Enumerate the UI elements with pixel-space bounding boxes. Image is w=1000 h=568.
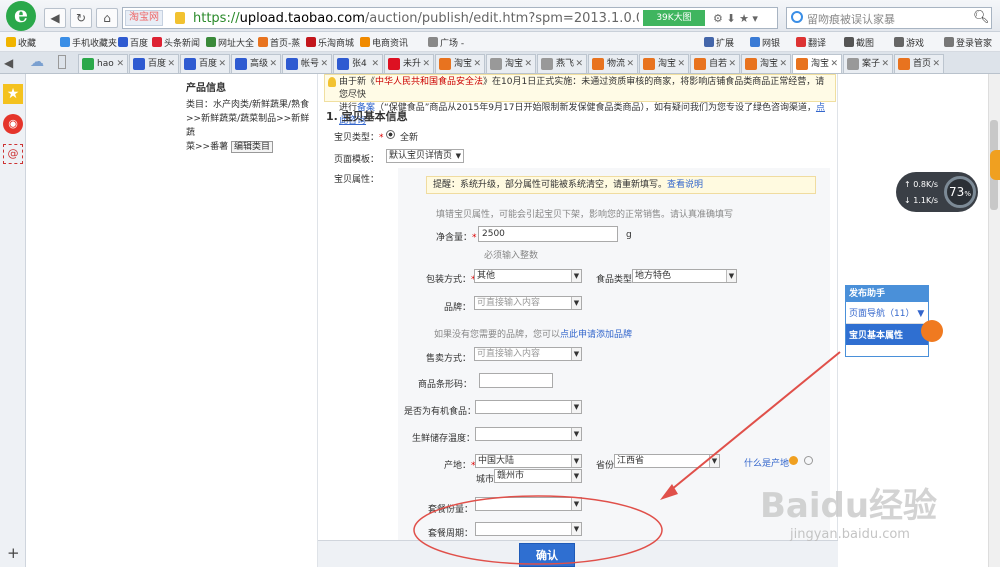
- watermark-url: jingyan.baidu.com: [790, 527, 910, 542]
- watermark-brand: Baidu经验: [760, 486, 938, 526]
- helper-nav[interactable]: 页面导航（11） ▼: [846, 302, 928, 324]
- publish-helper: 发布助手 页面导航（11） ▼ 宝贝基本属性: [845, 285, 929, 357]
- upload-speed: ↑ 0.8K/s: [904, 180, 939, 189]
- helper-title: 发布助手: [846, 286, 928, 302]
- orange-side-tab[interactable]: [990, 150, 1000, 180]
- network-speed-widget[interactable]: ↑ 0.8K/s ↓ 1.1K/s 73%: [896, 172, 978, 212]
- highlight-ellipse: [413, 495, 663, 565]
- mascot-icon[interactable]: [921, 320, 943, 342]
- helper-current-section[interactable]: 宝贝基本属性: [846, 324, 928, 345]
- download-speed: ↓ 1.1K/s: [904, 196, 939, 205]
- memory-percent: 73%: [944, 176, 976, 208]
- annotation-arrow: [665, 351, 841, 495]
